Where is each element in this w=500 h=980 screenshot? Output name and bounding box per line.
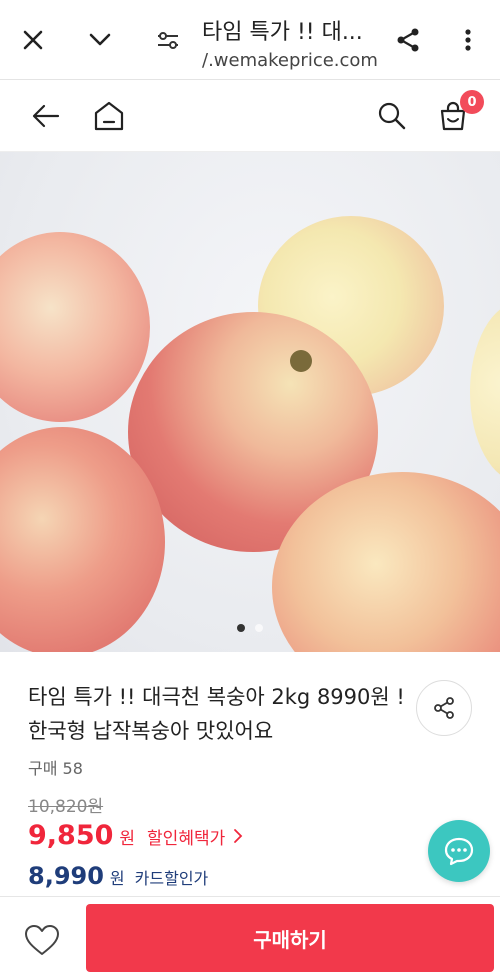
wishlist-button[interactable] — [18, 918, 66, 962]
chevron-down-icon[interactable] — [82, 22, 118, 58]
share-icon[interactable] — [390, 22, 426, 58]
cart-count-badge: 0 — [460, 90, 484, 114]
site-settings-icon[interactable] — [150, 22, 186, 58]
product-share-button[interactable] — [416, 680, 472, 736]
browser-url[interactable]: /.wemakeprice.com — [202, 50, 378, 71]
chevron-right-icon — [233, 828, 243, 848]
original-price: 10,820원 — [28, 797, 104, 817]
sale-price-row[interactable]: 9,850 원 할인혜택가 — [28, 820, 243, 856]
card-price: 8,990 — [28, 862, 104, 890]
purchase-count: 구매 58 — [28, 759, 83, 778]
discount-benefit-label: 할인혜택가 — [147, 829, 226, 849]
pager-dot — [255, 624, 263, 632]
peach-image — [470, 302, 500, 482]
chat-button[interactable] — [428, 820, 490, 882]
product-title: 타임 특가 !! 대극천 복숭아 2kg 8990원 ! 한국형 납작복숭아 맛… — [28, 685, 405, 743]
home-icon[interactable] — [89, 96, 129, 136]
heart-icon — [25, 925, 59, 955]
card-price-unit: 원 — [109, 869, 125, 888]
pager-dot-active — [237, 624, 245, 632]
sale-price: 9,850 — [28, 820, 114, 851]
chat-icon — [444, 837, 474, 866]
search-icon[interactable] — [372, 96, 412, 136]
browser-toolbar: 타임 특가 !! 대... /.wemakeprice.com — [0, 0, 500, 80]
product-image[interactable] — [0, 152, 500, 652]
browser-page-title: 타임 특가 !! 대... — [202, 20, 363, 45]
peach-stem — [290, 350, 312, 372]
more-vert-icon[interactable] — [450, 22, 486, 58]
close-icon[interactable] — [15, 22, 51, 58]
image-pager-dots — [0, 624, 500, 636]
card-discount-label: 카드할인가 — [134, 869, 209, 888]
share-icon — [434, 697, 454, 719]
app-header — [0, 80, 500, 152]
back-arrow-icon[interactable] — [26, 96, 66, 136]
sale-price-unit: 원 — [119, 829, 136, 849]
card-price-row: 8,990 원 카드할인가 — [28, 862, 208, 896]
peach-image — [0, 232, 150, 422]
buy-button[interactable]: 구매하기 — [86, 904, 494, 972]
